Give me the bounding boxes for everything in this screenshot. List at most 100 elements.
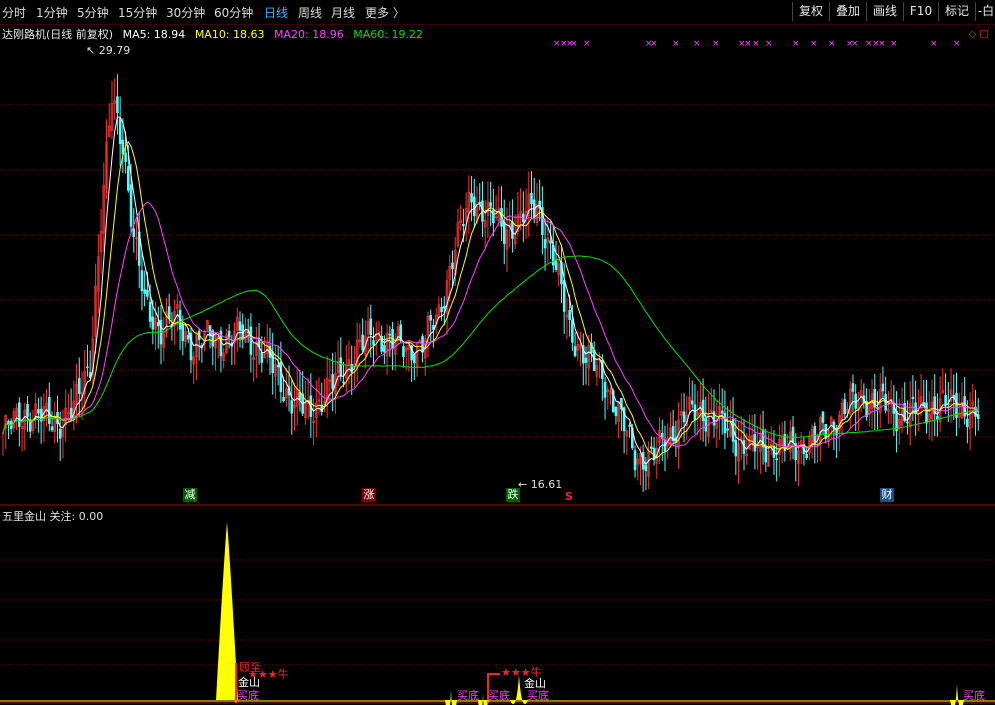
candle-body xyxy=(238,321,242,331)
candle-body xyxy=(734,439,738,457)
candle-body xyxy=(944,395,947,405)
candle-body xyxy=(48,396,51,424)
candle-body xyxy=(342,381,345,384)
event-badge-limit-up[interactable]: 涨 xyxy=(362,488,376,502)
candle-body xyxy=(186,334,190,340)
candle-body xyxy=(50,426,54,431)
event-x-marker: × xyxy=(583,39,591,49)
signal-buy-3: 买底 xyxy=(488,689,510,702)
candle-body xyxy=(167,306,171,320)
candle-body xyxy=(682,411,686,422)
candle-body xyxy=(249,326,253,355)
candle-body xyxy=(369,318,373,336)
candle-body xyxy=(881,383,885,392)
candle-body xyxy=(966,418,969,428)
ma60-label: MA60: 19.22 xyxy=(353,28,423,41)
ma20-line xyxy=(2,201,979,449)
event-badge-reduce[interactable]: 减 xyxy=(183,488,197,502)
square-icon[interactable]: □ xyxy=(980,29,989,40)
candle-body xyxy=(402,346,405,357)
ma5-line xyxy=(2,116,979,466)
candle-body xyxy=(628,425,631,427)
candle-body xyxy=(571,319,574,343)
top-event-markers: × ××× × ×× × × × ×× × × × × × ×× × ×× × × × xyxy=(553,39,961,49)
ma60-line xyxy=(2,255,979,439)
event-x-marker: × xyxy=(878,39,886,49)
signal-buy-4: 买底 xyxy=(527,689,549,702)
candle-body xyxy=(906,421,909,424)
candle-body xyxy=(650,446,653,449)
candle-body xyxy=(124,152,127,162)
candle-body xyxy=(388,333,392,336)
event-x-marker: × xyxy=(712,39,720,49)
candle-body xyxy=(86,366,89,368)
candlestick-chart-canvas[interactable]: × ××× × ×× × × × ×× × × × × × ×× × ×× × × × xyxy=(0,0,995,705)
signal-spike xyxy=(216,522,238,700)
candle-body xyxy=(492,209,495,224)
event-badge-limit-down[interactable]: 跌 xyxy=(506,488,520,502)
candle-body xyxy=(911,396,915,399)
event-x-marker: × xyxy=(650,39,658,49)
candle-body xyxy=(554,259,558,270)
candle-body xyxy=(805,453,808,459)
candle-body xyxy=(470,193,473,203)
signal-buy-1: 买底 xyxy=(237,689,259,702)
signal-gold-1: 金山 xyxy=(238,676,260,689)
signal-gold-2: 金山 xyxy=(524,677,546,690)
candle-body xyxy=(764,446,768,463)
candle-body xyxy=(18,402,21,427)
candle-body xyxy=(644,465,648,472)
event-x-marker: × xyxy=(744,39,752,49)
candle-body xyxy=(372,340,375,346)
ma20-label: MA20: 18.96 xyxy=(274,28,344,41)
candle-body xyxy=(129,184,133,227)
event-x-marker: × xyxy=(828,39,836,49)
candle-body xyxy=(723,412,727,434)
candle-body xyxy=(151,316,155,330)
candle-body xyxy=(690,400,694,405)
candle-body xyxy=(440,306,443,313)
candle-body xyxy=(28,421,32,432)
candle-body xyxy=(148,301,152,322)
candle-body xyxy=(276,365,280,368)
diamond-icon[interactable]: ◇ xyxy=(969,29,977,40)
candle-body xyxy=(530,193,533,205)
indicator-panel xyxy=(0,522,995,705)
candle-body xyxy=(282,397,285,402)
candle-body xyxy=(813,425,817,443)
signal-buy-2: 买底 xyxy=(457,689,479,702)
candle-body xyxy=(331,374,334,389)
candle-body xyxy=(791,426,795,443)
signal-spike xyxy=(950,684,964,705)
candle-body xyxy=(720,410,724,414)
candle-body xyxy=(156,322,160,327)
candle-body xyxy=(976,414,980,419)
main-chart-legend: 达刚路机(日线 前复权) MA5: 18.94 MA10: 18.63 MA20… xyxy=(2,26,429,42)
candle-body xyxy=(884,394,887,411)
event-x-marker: × xyxy=(890,39,898,49)
signal-buy-5: 买底 xyxy=(963,689,985,702)
event-badge-finance[interactable]: 财 xyxy=(880,488,894,502)
candle-body xyxy=(573,346,577,357)
candle-body xyxy=(116,96,119,114)
high-price-label: ↖ 29.79 xyxy=(86,44,131,57)
event-x-marker: × xyxy=(765,39,773,49)
candle-body xyxy=(592,349,596,371)
candle-body xyxy=(181,323,185,342)
candle-body xyxy=(77,378,81,394)
candle-body xyxy=(843,399,847,414)
candle-body xyxy=(339,357,343,377)
low-price-label: ← 16.61 xyxy=(518,478,563,491)
candle-body xyxy=(260,352,264,363)
indicator-title: 五里金山 xyxy=(2,510,46,523)
candle-body xyxy=(227,330,231,338)
candle-body xyxy=(472,196,476,217)
candle-body xyxy=(614,407,618,417)
candle-body xyxy=(127,166,130,191)
candle-body xyxy=(502,221,506,244)
candle-body xyxy=(140,270,144,292)
candle-body xyxy=(489,202,492,207)
candle-body xyxy=(775,458,778,461)
candle-body xyxy=(704,418,708,432)
candle-body xyxy=(58,428,62,439)
